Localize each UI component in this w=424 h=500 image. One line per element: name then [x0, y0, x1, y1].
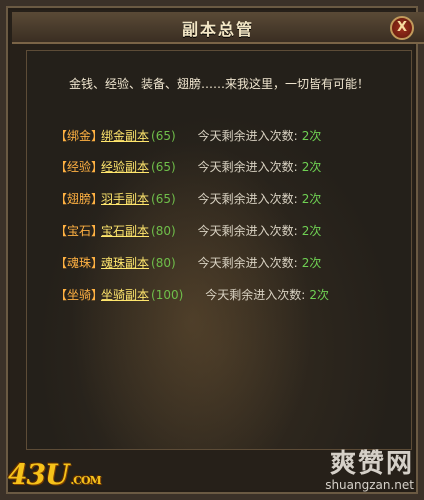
- remaining-count: 2次: [309, 288, 329, 302]
- remaining-label: 今天剩余进入次数:: [197, 256, 298, 270]
- dungeon-tag: 【绑金】: [55, 129, 104, 143]
- logo-text: 43U: [8, 458, 69, 491]
- remaining-label: 今天剩余进入次数:: [197, 192, 298, 206]
- close-button[interactable]: X: [390, 16, 414, 40]
- remaining-label: 今天剩余进入次数:: [197, 160, 298, 174]
- dialog-frame: 副本总管 X 金钱、经验、装备、翅膀……来我这里，一切皆有可能！ 【绑金】绑金副…: [0, 0, 424, 500]
- dungeon-tag: 【魂珠】: [55, 256, 104, 270]
- watermark: 爽赞网 shuangzan.net: [325, 443, 414, 492]
- dungeon-tag: 【经验】: [55, 160, 104, 174]
- dungeon-level: (80): [151, 224, 176, 238]
- remaining-label: 今天剩余进入次数:: [197, 224, 298, 238]
- remaining-count: 2次: [301, 224, 322, 238]
- remaining-count: 2次: [301, 129, 322, 143]
- dungeon-row: 【经验】经验副本 (65) 今天剩余进入次数: 2次: [55, 158, 321, 174]
- remaining-count: 2次: [301, 256, 322, 270]
- watermark-url: shuangzan.net: [325, 478, 414, 492]
- watermark-title: 爽赞网: [329, 449, 414, 479]
- dungeon-tag: 【翅膀】: [55, 192, 104, 206]
- site-logo: 43U .COM: [8, 458, 102, 494]
- dialog-title: 副本总管: [181, 20, 254, 39]
- dungeon-level: (65): [151, 192, 176, 206]
- dungeon-row: 【坐骑】坐骑副本 (100) 今天剩余进入次数: 2次: [55, 286, 329, 302]
- dungeon-level: (80): [151, 256, 176, 270]
- dungeon-link-exp[interactable]: 经验副本: [101, 160, 149, 174]
- remaining-count: 2次: [301, 160, 322, 174]
- dungeon-tag: 【宝石】: [55, 224, 104, 238]
- dungeon-row: 【翅膀】羽手副本 (65) 今天剩余进入次数: 2次: [55, 190, 321, 206]
- remaining-label: 今天剩余进入次数:: [205, 288, 306, 302]
- dungeon-level: (65): [151, 160, 176, 174]
- dungeon-tag: 【坐骑】: [55, 288, 104, 302]
- dungeon-row: 【绑金】绑金副本 (65) 今天剩余进入次数: 2次: [55, 127, 321, 143]
- dungeon-row: 【魂珠】魂珠副本 (80) 今天剩余进入次数: 2次: [55, 254, 321, 270]
- dungeon-link-mount[interactable]: 坐骑副本: [101, 288, 149, 302]
- dungeon-link-bindgold[interactable]: 绑金副本: [101, 129, 149, 143]
- intro-text: 金钱、经验、装备、翅膀……来我这里，一切皆有可能！: [68, 77, 369, 91]
- remaining-count: 2次: [301, 192, 322, 206]
- dungeon-level: (100): [151, 288, 184, 302]
- dungeon-link-gem[interactable]: 宝石副本: [101, 224, 149, 238]
- dungeon-row: 【宝石】宝石副本 (80) 今天剩余进入次数: 2次: [55, 222, 321, 238]
- remaining-label: 今天剩余进入次数:: [197, 129, 298, 143]
- title-bar: 副本总管 X: [12, 12, 424, 44]
- dungeon-level: (65): [151, 129, 176, 143]
- dungeon-link-soulorb[interactable]: 魂珠副本: [101, 256, 149, 270]
- logo-suffix: .COM: [70, 474, 101, 487]
- content-panel: 金钱、经验、装备、翅膀……来我这里，一切皆有可能！ 【绑金】绑金副本 (65) 今天…: [26, 50, 412, 450]
- dungeon-link-wings[interactable]: 羽手副本: [101, 192, 149, 206]
